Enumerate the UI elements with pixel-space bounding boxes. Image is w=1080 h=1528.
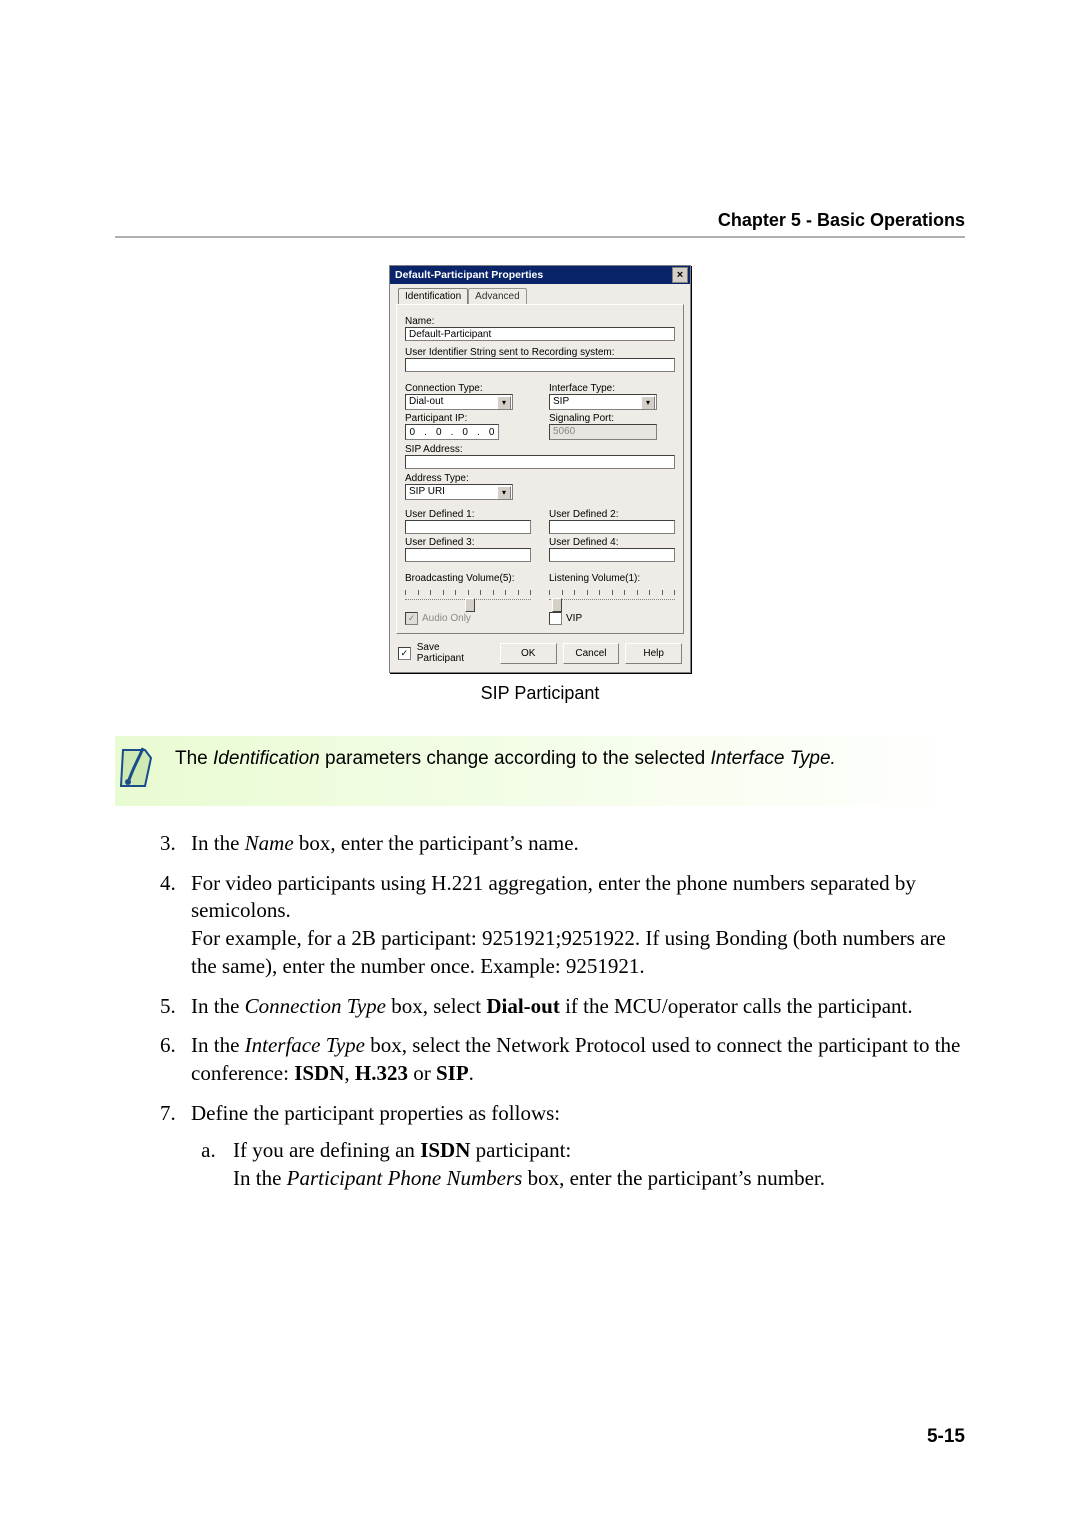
- step-6: In the Interface Type box, select the Ne…: [181, 1032, 965, 1087]
- tab-advanced[interactable]: Advanced: [468, 288, 526, 304]
- listening-volume-slider[interactable]: [549, 586, 675, 606]
- cancel-button[interactable]: Cancel: [563, 643, 620, 664]
- name-field[interactable]: Default-Participant: [405, 327, 675, 341]
- interface-type-value: SIP: [553, 396, 569, 407]
- step-3: In the Name box, enter the participant’s…: [181, 830, 965, 858]
- step-7a: If you are defining an ISDN participant:…: [221, 1137, 965, 1192]
- save-participant-checkbox[interactable]: ✓: [398, 647, 411, 660]
- label-broadcast-volume: Broadcasting Volume(5):: [405, 573, 531, 584]
- note-icon: [115, 746, 157, 792]
- chevron-down-icon: ▾: [497, 396, 511, 410]
- label-listening-volume: Listening Volume(1):: [549, 573, 675, 584]
- dialog-title: Default-Participant Properties: [395, 269, 543, 281]
- label-ud4: User Defined 4:: [549, 537, 675, 548]
- user-defined-2-field[interactable]: [549, 520, 675, 534]
- step-list: In the Name box, enter the participant’s…: [181, 830, 965, 1193]
- note-box: The Identification parameters change acc…: [115, 736, 965, 806]
- close-icon[interactable]: ×: [672, 267, 688, 283]
- connection-type-select[interactable]: Dial-out ▾: [405, 394, 513, 410]
- label-address-type: Address Type:: [405, 473, 675, 484]
- sip-address-field[interactable]: [405, 455, 675, 469]
- label-audio-only: Audio Only: [422, 613, 471, 624]
- figure-caption: SIP Participant: [481, 683, 600, 704]
- step-5: In the Connection Type box, select Dial-…: [181, 993, 965, 1021]
- label-ud3: User Defined 3:: [405, 537, 531, 548]
- step-4: For video participants using H.221 aggre…: [181, 870, 965, 981]
- address-type-value: SIP URI: [409, 486, 445, 497]
- label-conn-type: Connection Type:: [405, 383, 531, 394]
- dialog-titlebar[interactable]: Default-Participant Properties ×: [390, 266, 690, 284]
- user-defined-4-field[interactable]: [549, 548, 675, 562]
- header-rule: [115, 236, 965, 238]
- chevron-down-icon: ▾: [641, 396, 655, 410]
- tab-identification[interactable]: Identification: [398, 288, 468, 304]
- help-button[interactable]: Help: [625, 643, 682, 664]
- interface-type-select[interactable]: SIP ▾: [549, 394, 657, 410]
- broadcast-volume-slider[interactable]: [405, 586, 531, 606]
- user-defined-3-field[interactable]: [405, 548, 531, 562]
- label-vip: VIP: [566, 613, 582, 624]
- label-ud2: User Defined 2:: [549, 509, 675, 520]
- label-sip-address: SIP Address:: [405, 444, 675, 455]
- ok-button[interactable]: OK: [500, 643, 557, 664]
- signaling-port-field: 5060: [549, 424, 657, 440]
- user-defined-1-field[interactable]: [405, 520, 531, 534]
- label-name: Name:: [405, 316, 675, 327]
- vip-checkbox[interactable]: [549, 612, 562, 625]
- connection-type-value: Dial-out: [409, 396, 443, 407]
- label-interface-type: Interface Type:: [549, 383, 675, 394]
- step-7: Define the participant properties as fol…: [181, 1100, 965, 1193]
- page-header: Chapter 5 - Basic Operations: [718, 210, 965, 231]
- label-save-participant: Save Participant: [417, 642, 488, 664]
- chevron-down-icon: ▾: [497, 486, 511, 500]
- user-id-field[interactable]: [405, 358, 675, 372]
- label-ud1: User Defined 1:: [405, 509, 531, 520]
- label-participant-ip: Participant IP:: [405, 413, 531, 424]
- note-text: The Identification parameters change acc…: [175, 746, 836, 772]
- page-number: 5-15: [927, 1426, 965, 1448]
- participant-properties-dialog: Default-Participant Properties × Identif…: [389, 265, 691, 673]
- label-signaling-port: Signaling Port:: [549, 413, 675, 424]
- participant-ip-field[interactable]: 0. 0. 0. 0: [405, 424, 499, 440]
- address-type-select[interactable]: SIP URI ▾: [405, 484, 513, 500]
- audio-only-checkbox: ✓: [405, 612, 418, 625]
- label-user-id: User Identifier String sent to Recording…: [405, 347, 675, 358]
